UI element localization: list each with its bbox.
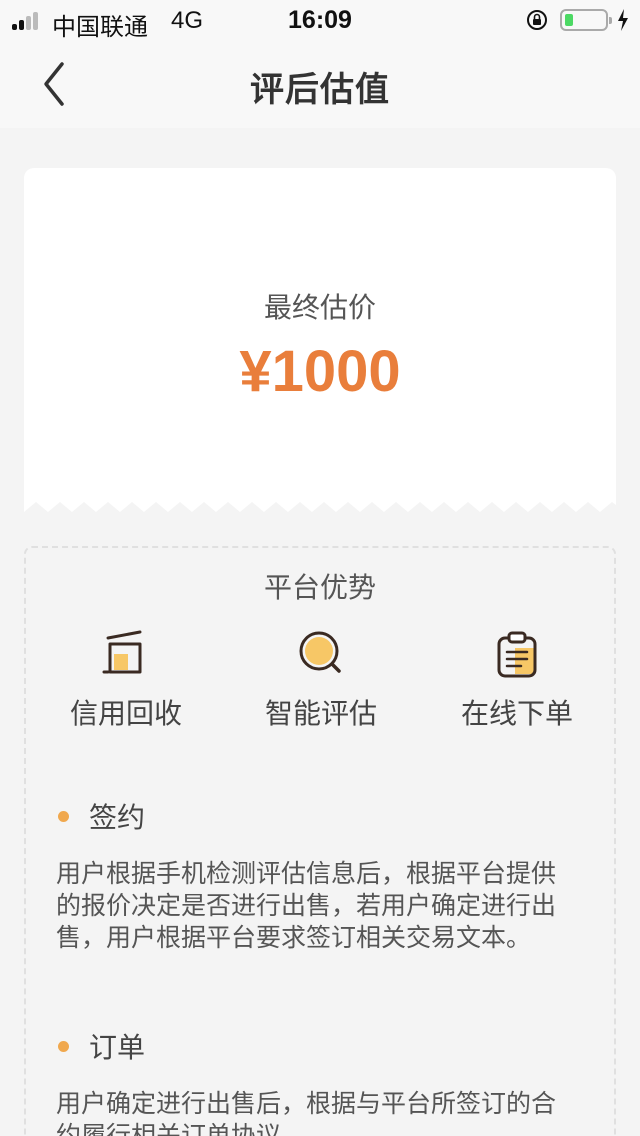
page-title: 评后估值 (250, 70, 390, 110)
section-heading-order: 订单 (58, 1026, 145, 1066)
section-text-order: 用户确定进行出售后，根据与平台所签订的合约履行相关订单协议 (56, 1089, 557, 1136)
section-text-sign: 用户根据手机检测评估信息后，根据平台提供的报价决定是否进行出售，若用户确定进行出… (56, 859, 557, 952)
rotation-lock-icon (527, 10, 547, 30)
magnifier-icon (299, 631, 341, 673)
feature-label: 智能评估 (264, 697, 377, 730)
battery-icon (560, 9, 612, 31)
final-price-label: 最终估价 (263, 291, 376, 324)
feature-credit-recycle[interactable]: 信用回收 (26, 628, 226, 732)
bullet-dot (58, 1040, 69, 1052)
navigation-bar: 评后估值 (0, 40, 640, 128)
status-bar: 中国联通 4G 16:09 (0, 0, 640, 41)
charging-bolt-icon (618, 9, 628, 31)
section-heading-sign: 签约 (58, 796, 145, 836)
clipboard-icon (497, 631, 537, 678)
feature-online-order[interactable]: 在线下单 (417, 628, 617, 732)
trash-bin-icon (102, 630, 142, 674)
final-price-value: ¥1000 (239, 339, 401, 404)
bullet-dot (58, 810, 69, 822)
platform-advantages-panel: 平台优势 信用回收 智能评估 在线下单 签约 用户根据手机检测评估信息后，根据平… (24, 546, 616, 1136)
advantages-title: 平台优势 (263, 571, 376, 604)
ticket-zigzag-edge (24, 502, 616, 522)
feature-smart-evaluation[interactable]: 智能评估 (221, 628, 421, 732)
feature-label: 信用回收 (69, 697, 182, 730)
price-card: 最终估价 ¥1000 (24, 168, 616, 522)
feature-label: 在线下单 (460, 697, 573, 730)
